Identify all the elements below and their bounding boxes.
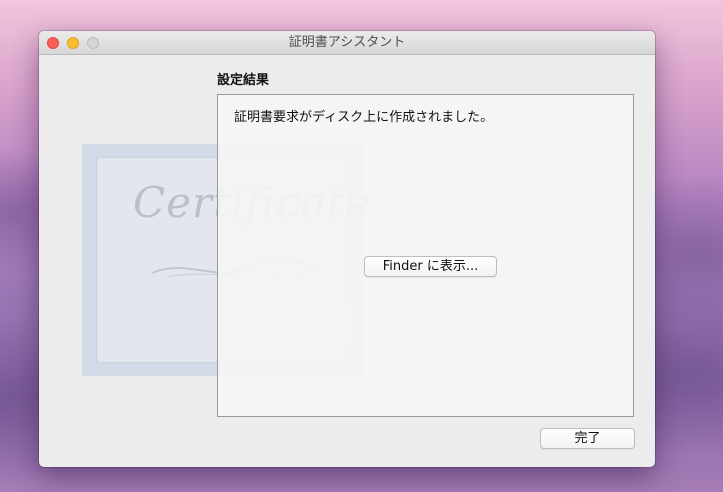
section-title: 設定結果 xyxy=(217,72,270,87)
show-in-finder-button[interactable]: Finder に表示... xyxy=(364,256,497,277)
result-panel: 証明書要求がディスク上に作成されました。 Finder に表示... xyxy=(217,94,634,417)
done-button[interactable]: 完了 xyxy=(540,428,635,449)
result-message: 証明書要求がディスク上に作成されました。 xyxy=(234,110,494,125)
window-title: 証明書アシスタント xyxy=(288,35,406,50)
title-bar[interactable]: 証明書アシスタント xyxy=(39,31,655,55)
certificate-assistant-window: 証明書アシスタント Certificate 設定結果 証明書要求がディスク上に作… xyxy=(39,31,655,467)
